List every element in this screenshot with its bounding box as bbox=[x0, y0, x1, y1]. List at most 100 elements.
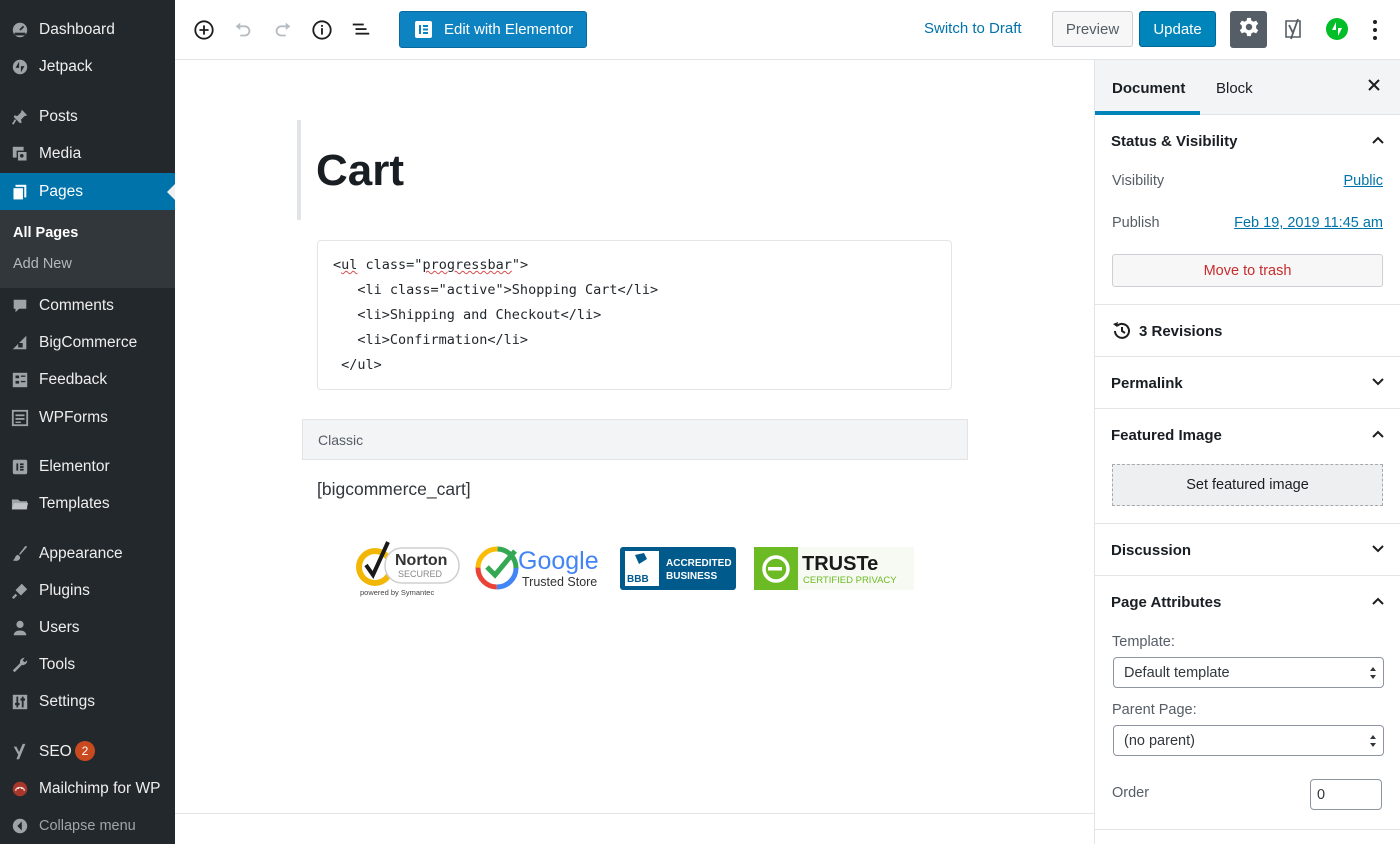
publish-label: Publish bbox=[1112, 215, 1160, 231]
submenu-all-pages[interactable]: All Pages bbox=[13, 225, 78, 241]
undo-icon[interactable] bbox=[230, 17, 256, 43]
menu-comments[interactable]: Comments bbox=[0, 287, 175, 324]
folder-icon bbox=[10, 494, 30, 514]
svg-text:BUSINESS: BUSINESS bbox=[666, 571, 717, 582]
move-to-trash-button[interactable]: Move to trash bbox=[1112, 254, 1383, 287]
code-line: <li>Confirmation</li> bbox=[333, 332, 529, 348]
code-block[interactable]: <ul class="progressbar"> <li class="acti… bbox=[317, 240, 952, 390]
settings-sidebar: Document Block Status & Visibility Visib… bbox=[1094, 60, 1400, 844]
menu-label: Media bbox=[39, 144, 82, 162]
menu-mailchimp[interactable]: Mailchimp for WP bbox=[0, 770, 175, 807]
edit-with-elementor-button[interactable]: Edit with Elementor bbox=[399, 11, 587, 48]
tab-block[interactable]: Block bbox=[1216, 80, 1253, 97]
chevron-up-icon bbox=[1371, 133, 1385, 147]
svg-text:ACCREDITED: ACCREDITED bbox=[666, 558, 732, 569]
menu-label: Templates bbox=[39, 494, 110, 512]
menu-label: Dashboard bbox=[39, 20, 115, 38]
tab-document[interactable]: Document bbox=[1112, 80, 1185, 97]
menu-seo[interactable]: SEO 2 bbox=[0, 733, 175, 770]
close-icon[interactable] bbox=[1367, 78, 1385, 96]
menu-label: SEO bbox=[39, 742, 72, 760]
revisions-label: 3 Revisions bbox=[1139, 323, 1223, 340]
menu-dashboard[interactable]: Dashboard bbox=[0, 11, 175, 48]
svg-text:powered by Symantec: powered by Symantec bbox=[360, 588, 434, 597]
svg-text:Trusted Store: Trusted Store bbox=[522, 575, 597, 589]
set-featured-image-button[interactable]: Set featured image bbox=[1112, 464, 1383, 506]
bbb-accredited-badge: BBB ACCREDITED BUSINESS bbox=[620, 547, 736, 590]
menu-tools[interactable]: Tools bbox=[0, 646, 175, 683]
chevron-down-icon bbox=[1371, 375, 1385, 389]
featured-image-panel-toggle[interactable]: Featured Image bbox=[1095, 409, 1400, 461]
menu-label: Pages bbox=[39, 182, 83, 200]
menu-label: Appearance bbox=[39, 544, 123, 562]
mailchimp-icon bbox=[10, 779, 30, 799]
status-visibility-panel-toggle[interactable]: Status & Visibility bbox=[1095, 115, 1400, 167]
menu-bigcommerce[interactable]: BigCommerce bbox=[0, 324, 175, 361]
yoast-seo-icon[interactable] bbox=[1281, 17, 1305, 41]
dashboard-icon bbox=[10, 20, 30, 40]
jetpack-icon bbox=[10, 57, 30, 77]
divider bbox=[1095, 829, 1400, 830]
switch-to-draft-button[interactable]: Switch to Draft bbox=[924, 20, 1022, 37]
menu-plugins[interactable]: Plugins bbox=[0, 572, 175, 609]
page-title[interactable]: Cart bbox=[316, 146, 404, 196]
visibility-link[interactable]: Public bbox=[1344, 173, 1384, 189]
menu-label: Tools bbox=[39, 655, 76, 673]
parent-page-select[interactable]: (no parent) bbox=[1113, 725, 1384, 756]
settings-toggle-button[interactable] bbox=[1230, 11, 1267, 48]
jetpack-icon[interactable] bbox=[1326, 18, 1348, 40]
order-input[interactable]: 0 bbox=[1310, 779, 1382, 810]
collapse-menu-button[interactable]: Collapse menu bbox=[0, 807, 175, 844]
menu-posts[interactable]: Posts bbox=[0, 98, 175, 135]
menu-settings[interactable]: Settings bbox=[0, 683, 175, 720]
add-block-icon[interactable] bbox=[191, 17, 217, 43]
media-icon bbox=[10, 144, 30, 164]
permalink-panel-toggle[interactable]: Permalink bbox=[1095, 357, 1400, 409]
shortcode-text[interactable]: [bigcommerce_cart] bbox=[317, 479, 471, 500]
menu-label: WPForms bbox=[39, 408, 108, 426]
collapse-icon bbox=[10, 816, 30, 836]
bigcommerce-icon bbox=[10, 333, 30, 353]
classic-block-label: Classic bbox=[318, 431, 364, 448]
menu-jetpack[interactable]: Jetpack bbox=[0, 48, 175, 85]
template-label: Template: bbox=[1112, 634, 1175, 650]
menu-media[interactable]: Media bbox=[0, 135, 175, 172]
menu-feedback[interactable]: Feedback bbox=[0, 361, 175, 398]
menu-label: Mailchimp for WP bbox=[39, 779, 161, 797]
menu-templates[interactable]: Templates bbox=[0, 485, 175, 522]
svg-text:Google: Google bbox=[518, 547, 599, 575]
code-line: </ul> bbox=[333, 357, 382, 373]
feedback-icon bbox=[10, 370, 30, 390]
classic-block-toolbar[interactable]: Classic bbox=[302, 419, 968, 460]
pin-icon bbox=[10, 107, 30, 127]
discussion-panel-toggle[interactable]: Discussion bbox=[1095, 524, 1400, 576]
preview-button[interactable]: Preview bbox=[1052, 11, 1133, 47]
svg-text:SECURED: SECURED bbox=[398, 569, 443, 579]
submenu-add-new[interactable]: Add New bbox=[13, 256, 72, 272]
user-icon bbox=[10, 618, 30, 638]
menu-pages[interactable]: Pages bbox=[0, 173, 175, 210]
publish-date-link[interactable]: Feb 19, 2019 11:45 am bbox=[1234, 215, 1383, 231]
menu-wpforms[interactable]: WPForms bbox=[0, 399, 175, 436]
redo-icon[interactable] bbox=[270, 17, 296, 43]
template-select[interactable]: Default template bbox=[1113, 657, 1384, 688]
visibility-label: Visibility bbox=[1112, 173, 1165, 189]
menu-users[interactable]: Users bbox=[0, 609, 175, 646]
outline-icon[interactable] bbox=[348, 17, 374, 43]
menu-label: Jetpack bbox=[39, 57, 93, 75]
menu-elementor[interactable]: Elementor bbox=[0, 448, 175, 485]
google-trusted-store-badge: Google Trusted Store bbox=[475, 546, 599, 590]
revisions-button[interactable]: 3 Revisions bbox=[1095, 305, 1400, 357]
section-title: Discussion bbox=[1111, 542, 1192, 559]
page-attributes-panel-toggle[interactable]: Page Attributes bbox=[1095, 576, 1400, 628]
update-button[interactable]: Update bbox=[1139, 11, 1216, 47]
menu-appearance[interactable]: Appearance bbox=[0, 535, 175, 572]
info-icon[interactable] bbox=[309, 17, 335, 43]
more-options-icon[interactable] bbox=[1367, 17, 1383, 43]
parent-page-label: Parent Page: bbox=[1112, 702, 1197, 718]
editor-canvas: Cart <ul class="progressbar"> <li class=… bbox=[175, 60, 1094, 844]
section-title: Status & Visibility bbox=[1111, 133, 1238, 150]
norton-badge: Norton SECURED powered by Symantec bbox=[356, 541, 460, 597]
comment-icon bbox=[10, 296, 30, 316]
select-arrows-icon bbox=[1369, 734, 1377, 748]
